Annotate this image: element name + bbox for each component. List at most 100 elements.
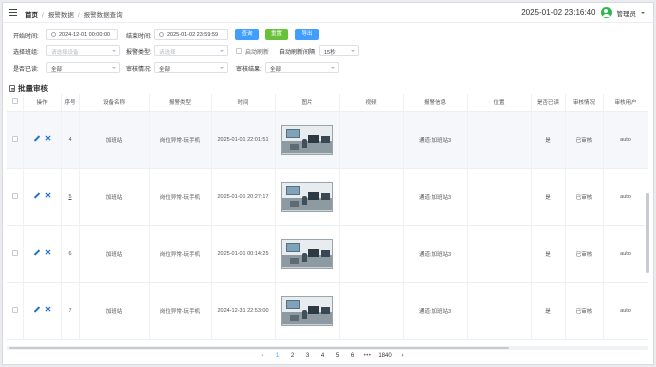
alarm-info: 通道:加班站3 (403, 282, 468, 340)
row-number: 5 (68, 193, 72, 200)
location (467, 111, 532, 169)
review-result-select[interactable]: 全部 (265, 62, 339, 73)
location (467, 225, 532, 283)
chevron-down-icon (112, 50, 116, 52)
alarm-time: 2025-01-01 20:27:17 (211, 168, 276, 226)
clock-icon (159, 32, 164, 37)
edit-icon[interactable] (33, 306, 40, 313)
chevron-down-icon[interactable] (641, 11, 645, 14)
column-header: 操作 (23, 94, 62, 112)
page-button[interactable]: 4 (315, 353, 330, 359)
alarm-type-select[interactable]: 请选择 (154, 45, 228, 56)
close-icon[interactable]: ✕ (45, 249, 52, 257)
top-header: 首页 / 报警数据 / 报警数据查询 2025-01-02 23:16:40 管理员 (3, 3, 653, 23)
review-user: auto (603, 225, 648, 283)
breadcrumb-home[interactable]: 首页 (25, 12, 38, 19)
user-name[interactable]: 管理员 (617, 8, 637, 18)
batch-review-label: 批量审核 (18, 84, 48, 93)
refresh-interval-value: 15秒 (324, 50, 336, 56)
table-row[interactable]: ✕ 5 加班站 岗位异常-玩手机 2025-01-01 20:27:17 通道:… (7, 168, 648, 226)
device-label: 选择班组: (13, 50, 39, 56)
end-time-input[interactable]: 2025-01-02 23:59:59 (154, 29, 228, 40)
device-name: 加班站 (79, 168, 150, 226)
column-header: 报警信息 (403, 94, 468, 112)
review-status: 已审核 (565, 225, 604, 283)
alarm-image-thumbnail[interactable] (281, 181, 333, 212)
read-status: 是 (531, 225, 566, 283)
column-header: 时间 (211, 94, 276, 112)
handled-label: 是否已读: (13, 67, 39, 73)
row-number: 4 (61, 111, 80, 169)
alarm-image-thumbnail[interactable] (281, 124, 333, 155)
row-checkbox[interactable] (11, 192, 18, 199)
alarm-table: 操作 序号 设备名称 报警类型 时间 图片 视频 报警信息 位置 是否已读 审核… (7, 94, 648, 346)
handled-select[interactable]: 全部 (46, 62, 120, 73)
page-button[interactable]: 2 (285, 353, 300, 359)
review-user: auto (603, 282, 648, 340)
table-row[interactable]: ✕ 7 加班站 岗位异常-玩手机 2024-12-31 22:53:00 通道:… (7, 282, 648, 340)
column-header: 是否已读 (531, 94, 566, 112)
alarm-info: 通道:加班站3 (403, 168, 468, 226)
edit-icon[interactable] (33, 249, 40, 256)
review-status: 已审核 (565, 111, 604, 169)
next-page-button[interactable]: › (395, 353, 410, 359)
alarm-type: 岗位异常-玩手机 (149, 225, 212, 283)
alarm-image-thumbnail[interactable] (281, 295, 333, 326)
start-time-input[interactable]: 2024-12-01 00:00:00 (46, 29, 118, 40)
chevron-down-icon (220, 67, 224, 69)
refresh-interval-select[interactable]: 15秒 (319, 45, 359, 56)
auto-refresh-checkbox[interactable] (236, 48, 242, 54)
page-button[interactable]: 3 (300, 353, 315, 359)
edit-icon[interactable] (33, 192, 40, 199)
close-icon[interactable]: ✕ (45, 135, 52, 143)
row-checkbox[interactable] (11, 249, 18, 256)
auto-refresh-label: 启动刷新 (245, 50, 270, 56)
column-header: 序号 (61, 94, 80, 112)
device-select[interactable]: 请选择设备 (46, 45, 120, 56)
location (467, 168, 532, 226)
close-icon[interactable]: ✕ (45, 192, 52, 200)
alarm-type-label: 报警类型: (126, 50, 152, 56)
header-select-all[interactable] (7, 94, 24, 112)
page-button-current[interactable]: 1 (270, 353, 285, 359)
breadcrumb-separator: / (42, 12, 44, 19)
table-header-row: 操作 序号 设备名称 报警类型 时间 图片 视频 报警信息 位置 是否已读 审核… (7, 94, 648, 112)
review-result-label: 审核结果: (236, 67, 262, 73)
table-row[interactable]: ✕ 4 加班站 岗位异常-玩手机 2025-01-01 22:01:51 通道:… (7, 111, 648, 169)
menu-toggle-icon[interactable] (9, 9, 17, 16)
review-status-select[interactable]: 全部 (154, 62, 228, 73)
query-button[interactable]: 查询 (235, 29, 259, 40)
batch-review-button[interactable]: 批量审核 (9, 83, 48, 94)
video-cell (339, 168, 404, 226)
review-result-value: 全部 (270, 67, 282, 73)
vertical-scroll-thumb[interactable] (646, 193, 649, 273)
end-time-value: 2025-01-02 23:59:59 (167, 32, 219, 38)
column-header: 设备名称 (79, 94, 150, 112)
video-cell (339, 282, 404, 340)
last-page-button[interactable]: 1840 (375, 353, 395, 359)
breadcrumb-separator: / (77, 12, 80, 19)
page-ellipsis[interactable]: ••• (360, 353, 375, 359)
alarm-image-thumbnail[interactable] (281, 238, 333, 269)
edit-icon[interactable] (33, 135, 40, 142)
review-status-value: 全部 (159, 67, 171, 73)
row-checkbox[interactable] (11, 135, 18, 142)
avatar[interactable] (600, 7, 612, 18)
chevron-down-icon (112, 67, 116, 69)
export-button[interactable]: 导出 (295, 29, 319, 40)
reset-button[interactable]: 重置 (265, 29, 288, 40)
review-status: 已审核 (565, 168, 604, 226)
page-button[interactable]: 5 (330, 353, 345, 359)
column-header: 审核情况 (565, 94, 604, 112)
breadcrumb-alarm-data[interactable]: 报警数据 (48, 12, 74, 19)
page-button[interactable]: 6 (345, 353, 360, 359)
prev-page-button[interactable]: ‹ (255, 353, 270, 359)
close-icon[interactable]: ✕ (45, 306, 52, 314)
row-checkbox[interactable] (11, 306, 18, 313)
device-name: 加班站 (79, 225, 150, 283)
table-row[interactable]: ✕ 6 加班站 岗位异常-玩手机 2025-01-01 00:14:25 通道:… (7, 225, 648, 283)
horizontal-scroll-thumb[interactable] (9, 347, 509, 349)
column-header: 位置 (467, 94, 532, 112)
horizontal-scrollbar[interactable] (7, 346, 648, 350)
select-all-checkbox[interactable] (11, 98, 18, 105)
